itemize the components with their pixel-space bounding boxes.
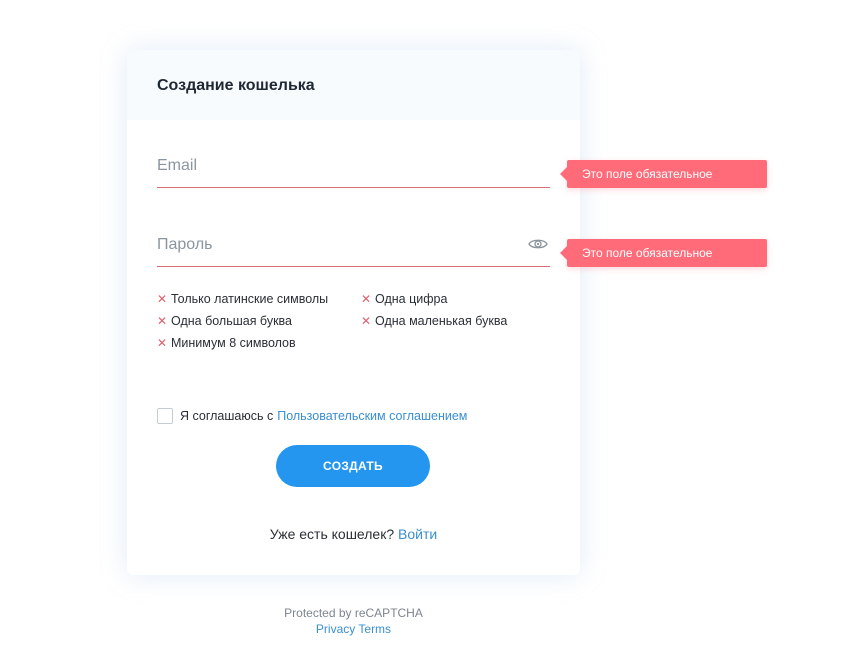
eye-icon[interactable] (528, 237, 548, 251)
page-title: Создание кошелька (157, 77, 315, 94)
user-agreement-link[interactable]: Пользовательским соглашением (277, 409, 467, 423)
rule-label: Только латинские символы (171, 292, 329, 306)
close-x-icon: ✕ (157, 314, 168, 328)
agreement-checkbox[interactable] (157, 408, 173, 424)
recaptcha-notice: Protected by reCAPTCHA Privacy Terms (127, 605, 580, 637)
privacy-link[interactable]: Privacy (316, 622, 355, 636)
create-button[interactable]: СОЗДАТЬ (276, 445, 430, 487)
email-error-tooltip: Это поле обязательное (560, 160, 767, 188)
close-x-icon: ✕ (157, 336, 168, 350)
page: Создание кошелька ✕Только латинские симв… (0, 0, 865, 668)
password-rule: ✕ Одна цифра (361, 292, 447, 306)
close-x-icon: ✕ (157, 292, 168, 306)
terms-link[interactable]: Terms (358, 622, 391, 636)
close-x-icon: ✕ (361, 292, 372, 306)
rule-label: Минимум 8 символов (171, 336, 296, 350)
login-line: Уже есть кошелек? Войти (127, 526, 580, 542)
recaptcha-text: Protected by reCAPTCHA (284, 606, 423, 620)
email-input[interactable] (157, 150, 550, 187)
email-field (157, 150, 550, 188)
recaptcha-links: Privacy Terms (127, 621, 580, 637)
rule-label: Одна цифра (375, 292, 448, 306)
agreement-text: Я соглашаюсь с (180, 409, 274, 423)
password-input[interactable] (157, 229, 550, 266)
password-rule: ✕ Одна маленькая буква (361, 314, 507, 328)
password-rule: ✕ Одна большая буква (157, 314, 292, 328)
rule-label: Одна маленькая буква (375, 314, 508, 328)
password-rule: ✕ Минимум 8 символов (157, 336, 296, 350)
login-text: Уже есть кошелек? (269, 526, 395, 542)
close-x-icon: ✕ (361, 314, 372, 328)
password-error-tooltip: Это поле обязательное (560, 239, 767, 267)
password-field (157, 229, 550, 267)
login-link[interactable]: Войти (398, 526, 437, 542)
wallet-create-card: Создание кошелька ✕Только латинские симв… (127, 50, 580, 575)
password-rule: ✕ Только латинские символы (157, 292, 328, 306)
agreement-row: Я соглашаюсь с Пользовательским соглашен… (157, 408, 467, 424)
card-header: Создание кошелька (127, 50, 580, 120)
rule-label: Одна большая буква (171, 314, 292, 328)
